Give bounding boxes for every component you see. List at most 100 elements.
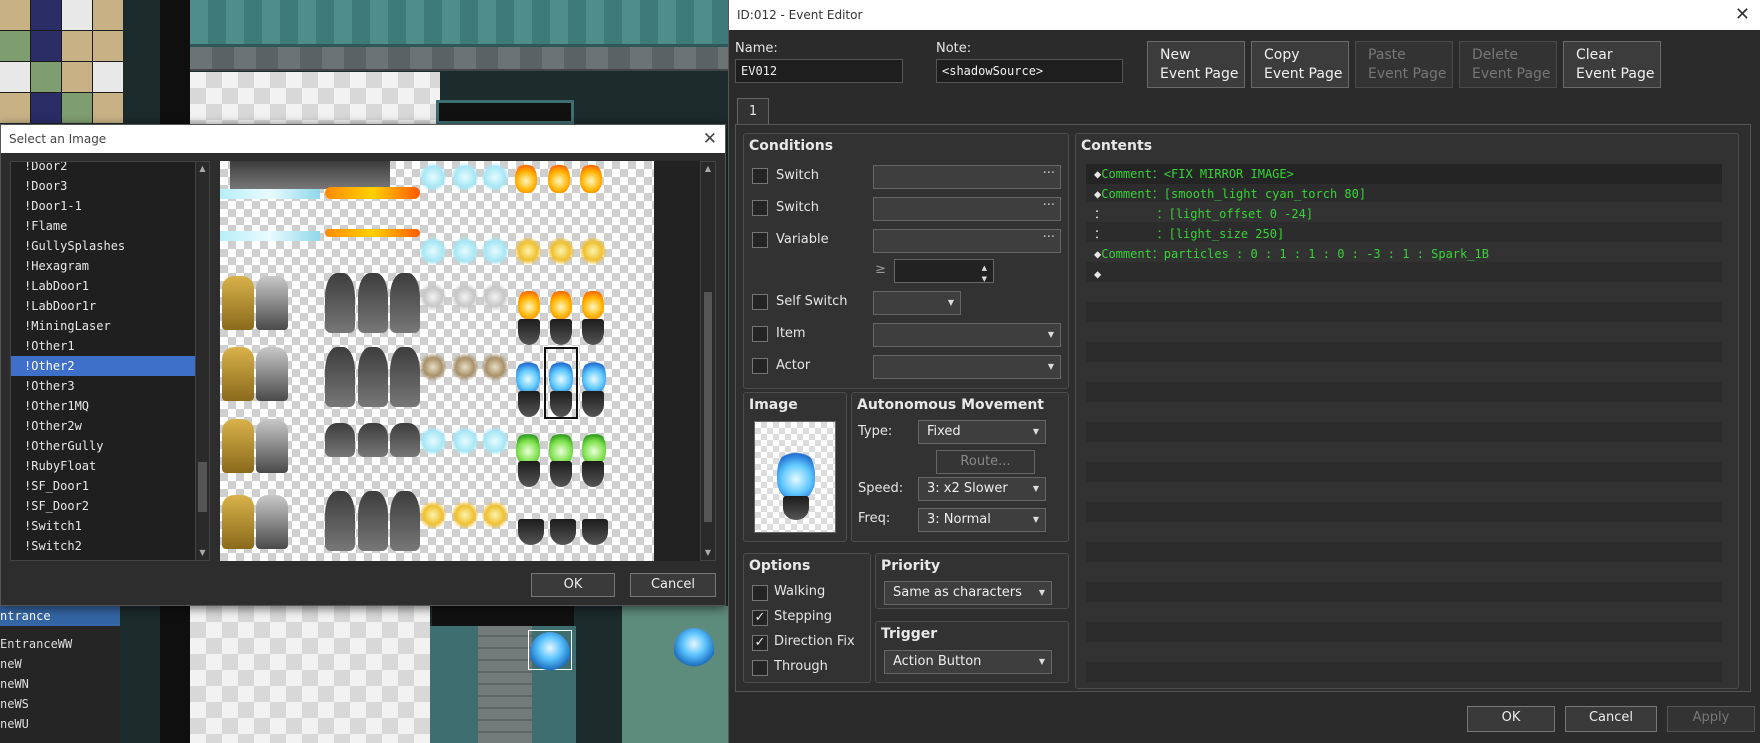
copy-event-page-button[interactable]: Copy Event Page	[1251, 41, 1349, 88]
item-checkbox[interactable]	[752, 326, 768, 342]
file-list-item[interactable]: !LabDoor1r	[11, 296, 209, 316]
brazier-sprite	[518, 391, 540, 417]
movement-type-select[interactable]: Fixed ▼	[918, 420, 1046, 444]
scroll-up-icon[interactable]: ▲	[196, 162, 209, 176]
walking-checkbox[interactable]	[752, 585, 768, 601]
event-command-line[interactable]: ： ：[light_offset 0 -24]	[1086, 204, 1722, 224]
file-list-scrollbar[interactable]: ▲ ▼	[195, 162, 209, 560]
file-list-item[interactable]: !MiningLaser	[11, 316, 209, 336]
scroll-thumb[interactable]	[198, 462, 207, 512]
map-list-item[interactable]: ntrance	[0, 606, 120, 626]
brazier-sprite	[582, 461, 604, 487]
item-label: Item	[776, 326, 806, 341]
scroll-down-icon[interactable]: ▼	[196, 546, 209, 560]
actor-checkbox[interactable]	[752, 358, 768, 374]
trigger-select[interactable]: Action Button ▼	[884, 650, 1052, 674]
ok-button[interactable]: OK	[1467, 706, 1555, 732]
event-command-list[interactable]: ◆Comment：<FIX MIRROR IMAGE> ◆Comment：[smo…	[1086, 164, 1722, 682]
variable-value-spinner[interactable]: ▲ ▼	[894, 259, 994, 283]
close-icon[interactable]: ✕	[703, 125, 717, 153]
cancel-button[interactable]: Cancel	[630, 573, 716, 597]
tab-page-1[interactable]: 1	[737, 98, 769, 125]
priority-select[interactable]: Same as characters ▼	[884, 581, 1052, 605]
file-list-item[interactable]: !Door3	[11, 176, 209, 196]
close-icon[interactable]: ✕	[1735, 0, 1750, 30]
switch1-select[interactable]: ···	[873, 165, 1061, 189]
file-list-item[interactable]: !OtherGully	[11, 436, 209, 456]
variable-select[interactable]: ···	[873, 229, 1061, 253]
file-list-item[interactable]: !Door1-1	[11, 196, 209, 216]
item-select[interactable]: ▼	[873, 323, 1061, 347]
name-field[interactable]: EV012	[735, 59, 903, 83]
stepping-checkbox[interactable]: ✓	[752, 610, 768, 626]
self-switch-select[interactable]: ▼	[873, 291, 961, 315]
button-label: Event Page	[1368, 66, 1447, 82]
scroll-up-icon[interactable]: ▲	[701, 162, 715, 176]
self-switch-checkbox[interactable]	[752, 294, 768, 310]
note-field[interactable]: <shadowSource>	[936, 59, 1123, 83]
scroll-thumb[interactable]	[704, 292, 712, 522]
silver-statue-sprite	[256, 347, 288, 401]
event-command-line[interactable]: ◆Comment：<FIX MIRROR IMAGE>	[1086, 164, 1722, 184]
ice-strip-sprite	[220, 231, 320, 241]
through-checkbox[interactable]	[752, 660, 768, 676]
ok-button[interactable]: OK	[531, 573, 615, 597]
selected-frame-highlight[interactable]	[543, 346, 579, 420]
file-list-item[interactable]: !GullySplashes	[11, 236, 209, 256]
file-list-item[interactable]: !Other1	[11, 336, 209, 356]
variable-checkbox[interactable]	[752, 232, 768, 248]
ice-sprite	[482, 161, 508, 193]
blue-torch-icon	[530, 632, 570, 672]
switch1-checkbox[interactable]	[752, 168, 768, 184]
map-list-item[interactable]: neW	[0, 654, 120, 674]
blue-torch-icon	[674, 628, 714, 668]
map-list-item[interactable]: neWU	[0, 714, 120, 734]
event-command-line[interactable]: ◆Comment：[smooth_light cyan_torch 80]	[1086, 184, 1722, 204]
speed-select[interactable]: 3: x2 Slower ▼	[918, 477, 1046, 501]
file-list-item[interactable]: !Other2w	[11, 416, 209, 436]
switch2-select[interactable]: ···	[873, 197, 1061, 221]
priority-group: Priority Same as characters ▼	[875, 553, 1069, 609]
map-list-item[interactable]: EntranceWW	[0, 634, 120, 654]
actor-select[interactable]: ▼	[873, 355, 1061, 379]
file-list-item[interactable]: !Flame	[11, 216, 209, 236]
file-list-item[interactable]: !Hexagram	[11, 256, 209, 276]
file-list-item[interactable]: !Other1MQ	[11, 396, 209, 416]
file-list-item[interactable]: !Other3	[11, 376, 209, 396]
delete-event-page-button[interactable]: Delete Event Page	[1459, 41, 1557, 88]
image-preview[interactable]	[220, 161, 654, 561]
file-list-item[interactable]: !SF_Door2	[11, 496, 209, 516]
map-tree-list[interactable]: ntrance EntranceWW neW neWN neWS neWU	[0, 606, 120, 743]
fire-sprite	[515, 163, 537, 193]
paste-event-page-button[interactable]: Paste Event Page	[1355, 41, 1453, 88]
file-list-item[interactable]: !Other2	[11, 356, 209, 376]
button-label: Copy	[1264, 47, 1300, 63]
map-list-item[interactable]: neWS	[0, 694, 120, 714]
cancel-button[interactable]: Cancel	[1565, 706, 1657, 732]
event-image-preview[interactable]	[754, 421, 836, 533]
dialog-title: Select an Image	[9, 132, 107, 146]
image-file-list[interactable]: !Door2 !Door3 !Door1-1 !Flame !GullySplashes…	[10, 161, 210, 561]
event-command-line[interactable]: ： ：[light_size 250]	[1086, 224, 1722, 244]
file-list-item[interactable]: !Door2	[11, 162, 209, 176]
tile-palette[interactable]	[0, 0, 123, 123]
direction-fix-checkbox[interactable]: ✓	[752, 635, 768, 651]
clear-event-page-button[interactable]: Clear Event Page	[1563, 41, 1661, 88]
event-command-line[interactable]: ◆Comment：particles : 0 : 1 : 1 : 0 : -3 …	[1086, 244, 1722, 264]
file-list-item[interactable]: !LabDoor1	[11, 276, 209, 296]
freq-select[interactable]: 3: Normal ▼	[918, 508, 1046, 532]
apply-button[interactable]: Apply	[1667, 706, 1755, 732]
file-list-item[interactable]: !SwitchSwSh	[11, 556, 209, 560]
preview-scrollbar[interactable]: ▲ ▼	[700, 161, 716, 561]
map-list-item[interactable]: neWN	[0, 674, 120, 694]
file-list-item[interactable]: !SF_Door1	[11, 476, 209, 496]
new-event-page-button[interactable]: New Event Page	[1147, 41, 1245, 88]
switch2-checkbox[interactable]	[752, 200, 768, 216]
file-list-item[interactable]: !RubyFloat	[11, 456, 209, 476]
priority-title: Priority	[881, 558, 941, 574]
route-button[interactable]: Route...	[936, 450, 1035, 474]
scroll-down-icon[interactable]: ▼	[701, 546, 715, 560]
event-command-line[interactable]: ◆	[1086, 264, 1722, 284]
file-list-item[interactable]: !Switch1	[11, 516, 209, 536]
file-list-item[interactable]: !Switch2	[11, 536, 209, 556]
